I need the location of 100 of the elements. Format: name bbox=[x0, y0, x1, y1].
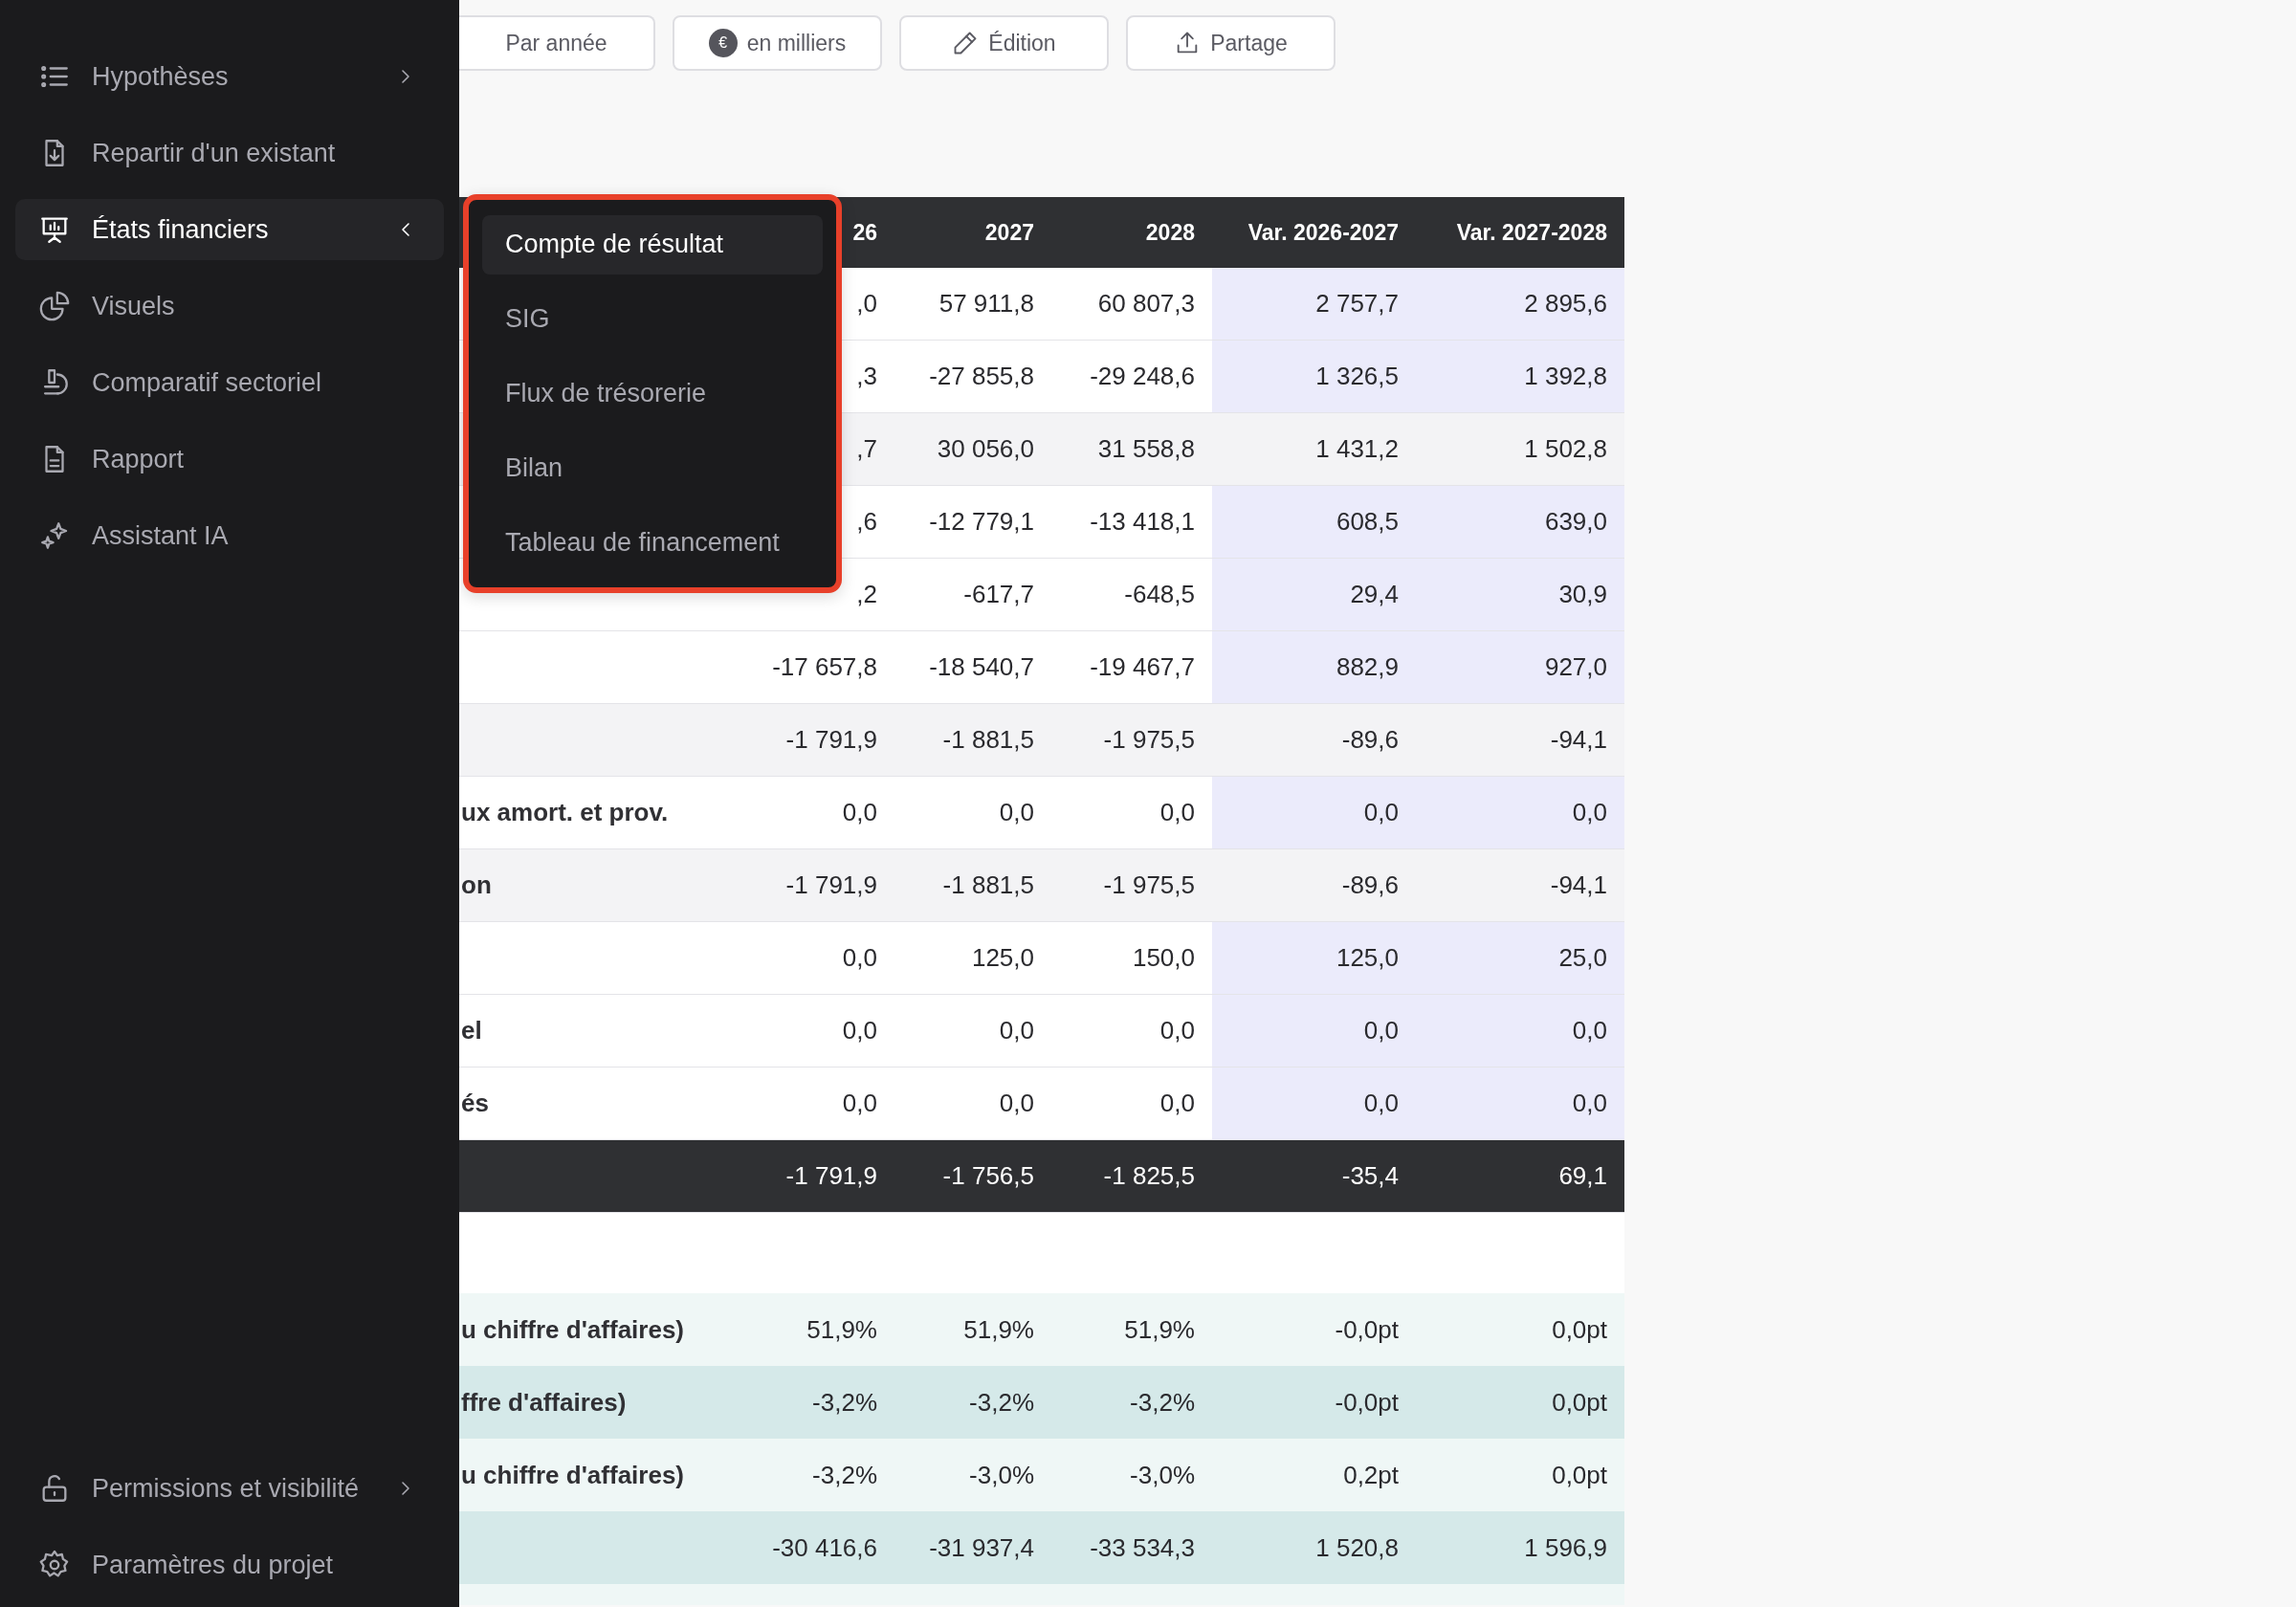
table-cell: 0,0 bbox=[1212, 1068, 1416, 1139]
table-cell-text: -617,7 bbox=[962, 579, 1035, 610]
table-cell-text: 0,0 bbox=[1159, 1015, 1196, 1046]
table-cell-text: 1 502,8 bbox=[1523, 433, 1608, 465]
sidebar-item[interactable]: Comparatif sectoriel bbox=[15, 352, 444, 413]
sidebar-item[interactable]: Rapport bbox=[15, 429, 444, 490]
menu-item[interactable]: Compte de résultat bbox=[482, 215, 823, 275]
table-cell-text: 69,1 bbox=[1557, 1160, 1608, 1192]
sidebar-item[interactable]: Paramètres du projet bbox=[15, 1534, 444, 1596]
table-cell: 0,0 bbox=[1416, 995, 1624, 1067]
table-cell-text: -0,0pt bbox=[1334, 1313, 1400, 1346]
table-cell: 882,9 bbox=[1212, 631, 1416, 703]
sidebar-item[interactable]: Repartir d'un existant bbox=[15, 122, 444, 184]
table-cell-text: -1 881,5 bbox=[941, 870, 1035, 901]
table-cell-text: -94,1 bbox=[1549, 724, 1608, 756]
table-cell: 608,5 bbox=[1212, 486, 1416, 558]
table-cell-text: -1 791,9 bbox=[784, 870, 878, 901]
table-cell-text: -30 416,6 bbox=[771, 1531, 878, 1564]
table-cell-text: 57 911,8 bbox=[938, 288, 1035, 319]
euro-badge: € bbox=[708, 29, 738, 57]
table-cell-text: 0,0pt bbox=[1551, 1459, 1608, 1491]
table-cell-text: 0,0 bbox=[1159, 797, 1196, 828]
table-cell-text: -1 881,5 bbox=[941, 724, 1035, 756]
table-cell: 1 326,5 bbox=[1212, 341, 1416, 412]
table-cell-text: -89,6 bbox=[1340, 724, 1400, 756]
column-header: 2027 bbox=[983, 218, 1035, 247]
table-cell-text: -13 418,1 bbox=[1089, 506, 1196, 538]
table-cell: 0,0 bbox=[1212, 777, 1416, 848]
row-label: és bbox=[460, 1088, 490, 1119]
table-cell-text: 0,0 bbox=[998, 1088, 1035, 1119]
table-cell-text: 1 520,8 bbox=[1314, 1531, 1400, 1564]
toolbar-button[interactable]: Édition bbox=[899, 15, 1109, 71]
sidebar-item[interactable]: Assistant IA bbox=[15, 505, 444, 566]
table-cell-text: 125,0 bbox=[970, 942, 1035, 974]
sidebar-item[interactable]: États financiers bbox=[15, 199, 444, 260]
menu-item[interactable]: Tableau de financement bbox=[482, 513, 823, 572]
table-cell-text: 0,0 bbox=[841, 1088, 878, 1119]
table-cell: 2 757,7 bbox=[1212, 268, 1416, 340]
menu-item[interactable]: Flux de trésorerie bbox=[482, 363, 823, 424]
table-cell-text: 0,0 bbox=[841, 942, 878, 974]
table-cell-text: -1 825,5 bbox=[1102, 1160, 1196, 1192]
sidebar-item[interactable]: Hypothèses bbox=[15, 46, 444, 107]
table-cell-text: -1 791,9 bbox=[784, 724, 878, 756]
table-cell-text: -35,4 bbox=[1340, 1160, 1400, 1192]
column-header: Var. 2026-2027 bbox=[1247, 218, 1400, 247]
row-label: u chiffre d'affaires) bbox=[460, 1313, 685, 1346]
table-cell-text: -31 937,4 bbox=[928, 1531, 1035, 1564]
table-cell-text: 0,0 bbox=[998, 797, 1035, 828]
table-cell-text: 0,0pt bbox=[1551, 1313, 1608, 1346]
table-cell-text: -3,2% bbox=[1129, 1386, 1196, 1419]
table-cell-text: 60 807,3 bbox=[1096, 288, 1196, 319]
sidebar-item[interactable]: Permissions et visibilité bbox=[15, 1458, 444, 1519]
table-cell: 29,4 bbox=[1212, 559, 1416, 630]
toolbar-button[interactable]: € en milliers bbox=[673, 15, 882, 71]
row-label: u chiffre d'affaires) bbox=[460, 1459, 685, 1491]
column-header: 26 bbox=[851, 218, 878, 247]
table-cell: 0,0 bbox=[1416, 777, 1624, 848]
toolbar-button[interactable]: Partage bbox=[1126, 15, 1336, 71]
table-cell: 0,0 bbox=[1212, 995, 1416, 1067]
table-cell-text: -89,6 bbox=[1340, 870, 1400, 901]
row-label: ffre d'affaires) bbox=[460, 1386, 628, 1419]
table-cell-text: -12 779,1 bbox=[928, 506, 1035, 538]
table-cell-text: -27 855,8 bbox=[928, 361, 1035, 392]
row-label: ux amort. et prov. bbox=[460, 797, 670, 828]
table-cell-text: -18 540,7 bbox=[928, 651, 1035, 683]
table-cell-text: 51,9% bbox=[806, 1313, 878, 1346]
table-cell: 2 895,6 bbox=[1416, 268, 1624, 340]
sidebar-item[interactable]: Visuels bbox=[15, 275, 444, 337]
table-cell-text: -1 791,9 bbox=[784, 1160, 878, 1192]
table-cell-text: -1 756,5 bbox=[941, 1160, 1035, 1192]
table-cell-text: 0,0 bbox=[1159, 1088, 1196, 1119]
column-header: Var. 2027-2028 bbox=[1455, 218, 1608, 247]
table-cell-text: 0,0 bbox=[998, 1015, 1035, 1046]
table-cell: 927,0 bbox=[1416, 631, 1624, 703]
table-cell-text: 150,0 bbox=[1131, 942, 1196, 974]
table-cell-text: -3,2% bbox=[811, 1459, 878, 1491]
table-cell-text: -17 657,8 bbox=[771, 651, 878, 683]
menu-item[interactable]: SIG bbox=[482, 289, 823, 349]
toolbar-button[interactable]: Par année bbox=[459, 15, 655, 71]
table-cell-text: ,7 bbox=[855, 433, 878, 465]
table-cell: 1 392,8 bbox=[1416, 341, 1624, 412]
table-cell-text: 51,9% bbox=[1123, 1313, 1196, 1346]
table-cell-text: 0,2pt bbox=[1342, 1459, 1400, 1491]
table-cell-text: -1 975,5 bbox=[1102, 870, 1196, 901]
row-label: el bbox=[460, 1015, 483, 1046]
table-cell: 30,9 bbox=[1416, 559, 1624, 630]
table-cell: 25,0 bbox=[1416, 922, 1624, 994]
table-cell: 0,0 bbox=[1416, 1068, 1624, 1139]
column-header: 2028 bbox=[1144, 218, 1196, 247]
table-cell-text: -1 975,5 bbox=[1102, 724, 1196, 756]
table-cell-text: 0,0 bbox=[841, 797, 878, 828]
table-cell-text: -33 534,3 bbox=[1089, 1531, 1196, 1564]
table-cell-text: -3,0% bbox=[968, 1459, 1035, 1491]
table-cell-text: -94,1 bbox=[1549, 870, 1608, 901]
menu-item[interactable]: Bilan bbox=[482, 438, 823, 498]
table-cell: 639,0 bbox=[1416, 486, 1624, 558]
table-cell-text: -29 248,6 bbox=[1089, 361, 1196, 392]
table-cell-text: ,0 bbox=[855, 288, 878, 319]
table-cell-text: ,2 bbox=[855, 579, 878, 610]
table-cell-text: 31 558,8 bbox=[1096, 433, 1196, 465]
